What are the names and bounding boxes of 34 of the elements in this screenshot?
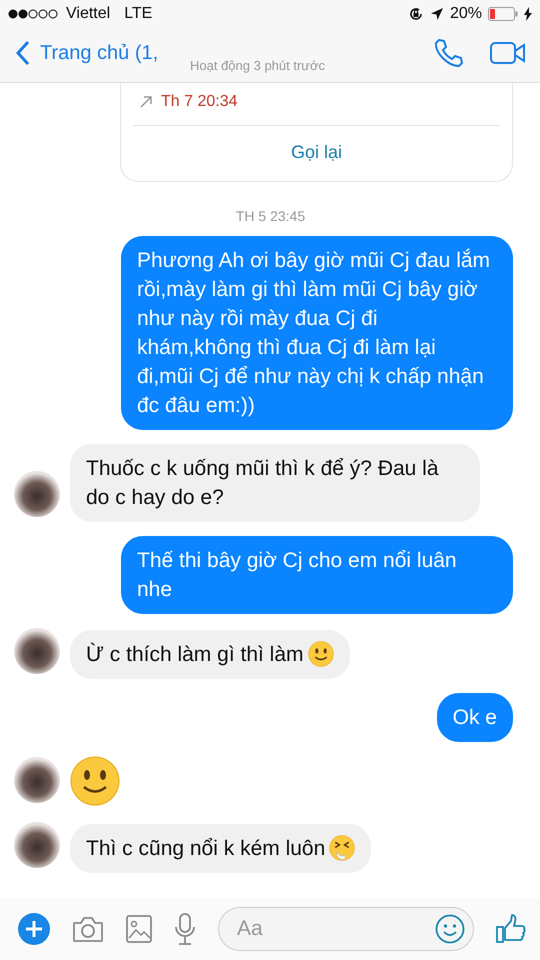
sneezing-face-icon — [329, 835, 356, 861]
smiley-icon — [308, 641, 334, 667]
call-time: Th 7 20:34 — [161, 93, 238, 111]
signal-icon — [8, 9, 60, 19]
timestamp: TH 5 23:45 — [234, 208, 306, 224]
rotation-lock-icon — [408, 6, 424, 22]
message-text: Ừ c thích làm gì thì làm — [86, 642, 304, 668]
back-label: Trang chủ (1, — [40, 42, 158, 64]
outgoing-arrow-icon — [139, 95, 153, 109]
thumbs-up-icon[interactable] — [496, 914, 526, 944]
activity-status: Hoạt động 3 phút trước — [190, 58, 326, 73]
carrier-name: Viettel — [66, 5, 110, 23]
location-arrow-icon — [430, 7, 444, 21]
microphone-icon[interactable] — [174, 913, 196, 945]
call-back-button[interactable]: Gọi lại — [133, 125, 500, 181]
emoji-icon[interactable] — [435, 914, 465, 944]
message-text: Phương Ah ơi bây giờ mũi Cj đau lắm rồi,mày làm gi thì làm mũi Cj bây giờ như này rồi mày đua Cj đi khám,không thì đua Cj đi làm lại đi,mũi Cj để như này chị k chấp nhận đc đâu em:)) — [137, 248, 492, 419]
charging-icon — [524, 7, 532, 21]
add-icon[interactable] — [18, 913, 50, 945]
phone-icon[interactable] — [432, 37, 464, 69]
back-button[interactable]: Trang chủ (1, — [16, 40, 158, 66]
chevron-icon — [16, 40, 30, 66]
camera-icon[interactable] — [72, 915, 104, 943]
smiley-icon — [70, 756, 120, 806]
image-icon[interactable] — [126, 915, 152, 943]
message-field[interactable]: Aa — [218, 907, 474, 951]
message-text: Thì c cũng nổi k kém luôn — [86, 836, 326, 862]
battery-percent: 20% — [450, 5, 482, 23]
battery-icon — [488, 7, 518, 21]
message-text: Thế thi bây giờ Cj cho em nổi luân nhe — [137, 548, 458, 603]
message-text: Ok e — [452, 705, 497, 731]
message-text: Thuốc c k uống mũi thì k để ý? Đau là do c hay do e? — [86, 456, 440, 511]
video-camera-icon[interactable] — [490, 41, 526, 65]
network-type: LTE — [124, 5, 152, 23]
